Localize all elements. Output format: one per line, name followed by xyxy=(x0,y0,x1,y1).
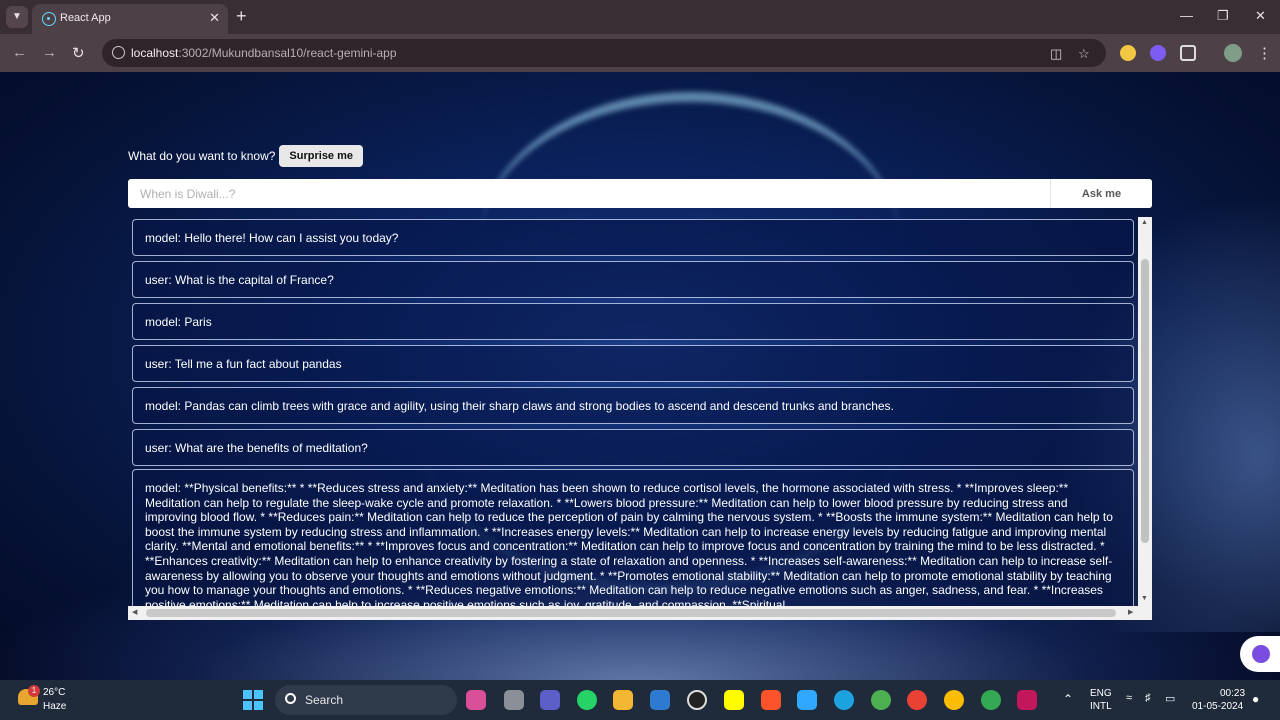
floating-assistant-button[interactable] xyxy=(1240,636,1280,672)
chat-message: user: What is the capital of France? xyxy=(132,261,1134,298)
ask-me-button[interactable]: Ask me xyxy=(1050,179,1152,208)
chat-message: model: Paris xyxy=(132,303,1134,340)
back-icon[interactable]: ← xyxy=(12,44,27,61)
scroll-down-icon[interactable]: ▼ xyxy=(1141,595,1148,602)
horizontal-scrollbar[interactable]: ◀ ▶ xyxy=(128,606,1152,620)
horizontal-scroll-thumb[interactable] xyxy=(146,609,1116,617)
chrome-profile-icon[interactable] xyxy=(944,690,964,710)
mail-icon[interactable] xyxy=(650,690,670,710)
restore-icon[interactable]: ❐ xyxy=(1217,8,1229,24)
weather-badge: 1 xyxy=(28,685,40,697)
windows-start-icon[interactable] xyxy=(243,690,263,710)
question-input[interactable] xyxy=(128,179,1050,208)
vertical-scrollbar[interactable]: ▲ ▼ xyxy=(1138,217,1152,606)
obs-icon[interactable] xyxy=(687,690,707,710)
prompt-label: What do you want to know? xyxy=(128,149,276,163)
surprise-me-button[interactable]: Surprise me xyxy=(279,145,364,167)
chrome-profile-icon[interactable] xyxy=(981,690,1001,710)
site-info-icon[interactable] xyxy=(112,46,125,59)
file-explorer-icon[interactable] xyxy=(613,690,633,710)
chrome-icon[interactable] xyxy=(871,690,891,710)
teams-icon[interactable] xyxy=(540,690,560,710)
whatsapp-icon[interactable] xyxy=(577,690,597,710)
notification-bell-icon[interactable]: ● xyxy=(1252,692,1259,706)
forward-icon[interactable]: → xyxy=(42,44,57,61)
scroll-up-icon[interactable]: ▲ xyxy=(1141,219,1148,226)
chat-scroll-area: model: Hello there! How can I assist you… xyxy=(128,217,1138,607)
snapchat-icon[interactable] xyxy=(724,690,744,710)
chrome-profile-icon[interactable] xyxy=(907,690,927,710)
photoshop-icon[interactable] xyxy=(797,690,817,710)
language-top[interactable]: ENG xyxy=(1090,688,1112,699)
wifi-icon[interactable]: ≈ xyxy=(1126,692,1132,704)
weather-description[interactable]: Haze xyxy=(43,701,66,712)
question-input-row: Ask me xyxy=(128,179,1152,208)
scroll-right-icon[interactable]: ▶ xyxy=(1128,608,1133,616)
profile-avatar[interactable] xyxy=(1224,44,1242,62)
extensions-puzzle-icon[interactable] xyxy=(1180,45,1196,61)
browser-toolbar: ← → ↻ localhost:3002/Mukundbansal10/reac… xyxy=(0,34,1280,72)
battery-icon[interactable]: ▭ xyxy=(1165,692,1175,705)
show-hidden-icons-chevron-icon[interactable]: ⌃ xyxy=(1063,692,1073,706)
tab-search-chevron-icon[interactable]: ▼ xyxy=(6,6,28,28)
ai-extension-icon[interactable] xyxy=(1150,45,1166,61)
emoji-extension-icon[interactable] xyxy=(1120,45,1136,61)
windows-taskbar: 1 26°C Haze Search ⌃ ENG INTL ≈ ♯ ▭ 00:2… xyxy=(0,680,1280,720)
copilot-icon[interactable] xyxy=(466,690,486,710)
new-tab-icon[interactable]: + xyxy=(236,6,247,26)
browser-tab-bar: ▼ React App ✕ + — ❐ ✕ xyxy=(0,0,1280,34)
close-tab-icon[interactable]: ✕ xyxy=(209,10,220,26)
install-app-icon[interactable]: ◫ xyxy=(1050,46,1062,62)
scroll-left-icon[interactable]: ◀ xyxy=(132,608,137,616)
taskbar-search-label: Search xyxy=(305,693,344,707)
chat-message: user: What are the benefits of meditatio… xyxy=(132,429,1134,466)
chat-message: model: Hello there! How can I assist you… xyxy=(132,219,1134,256)
chat-history[interactable]: model: Hello there! How can I assist you… xyxy=(128,217,1152,620)
react-logo-icon xyxy=(42,12,56,26)
bookmark-star-icon[interactable]: ☆ xyxy=(1078,46,1090,62)
weather-temperature[interactable]: 26°C xyxy=(43,687,65,698)
browser-menu-icon[interactable]: ⋮ xyxy=(1257,44,1272,62)
url-text: localhost:3002/Mukundbansal10/react-gemi… xyxy=(131,46,397,60)
minimize-icon[interactable]: — xyxy=(1180,8,1193,23)
tab-title: React App xyxy=(60,12,111,24)
taskbar-search[interactable]: Search xyxy=(275,685,457,715)
language-bottom[interactable]: INTL xyxy=(1090,701,1112,712)
clock-date[interactable]: 01-05-2024 xyxy=(1192,701,1243,712)
task-view-icon[interactable] xyxy=(504,690,524,710)
app-page: What do you want to know? Surprise me As… xyxy=(0,72,1280,680)
reload-icon[interactable]: ↻ xyxy=(72,44,85,62)
brave-icon[interactable] xyxy=(761,690,781,710)
window-close-icon[interactable]: ✕ xyxy=(1255,8,1266,24)
chat-message: model: Pandas can climb trees with grace… xyxy=(132,387,1134,424)
edge-icon[interactable] xyxy=(834,690,854,710)
intellij-icon[interactable] xyxy=(1017,690,1037,710)
prompt-row: What do you want to know? Surprise me xyxy=(128,145,364,167)
vertical-scroll-thumb[interactable] xyxy=(1141,259,1149,543)
search-icon xyxy=(285,693,296,704)
chat-message: user: Tell me a fun fact about pandas xyxy=(132,345,1134,382)
brain-icon xyxy=(1252,645,1270,663)
address-bar[interactable]: localhost:3002/Mukundbansal10/react-gemi… xyxy=(102,39,1106,67)
chat-message: model: **Physical benefits:** * **Reduce… xyxy=(132,469,1134,607)
volume-icon[interactable]: ♯ xyxy=(1145,692,1151,704)
clock-time[interactable]: 00:23 xyxy=(1220,688,1245,699)
browser-tab-react-app[interactable]: React App ✕ xyxy=(32,4,228,34)
